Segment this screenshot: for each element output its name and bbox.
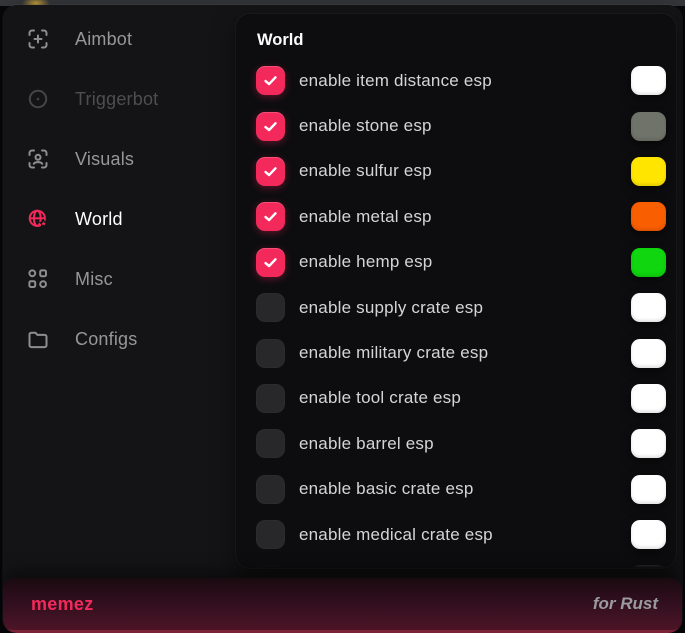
color-swatch[interactable]: [631, 475, 666, 504]
esp-setting-label: enable tool crate esp: [299, 388, 631, 408]
esp-setting-row: enable tool crate esp: [256, 376, 666, 421]
esp-checkbox[interactable]: [256, 429, 285, 458]
esp-setting-row: enable basic crate esp: [256, 467, 666, 512]
esp-setting-label: enable medical crate esp: [299, 525, 631, 545]
color-swatch[interactable]: [631, 339, 666, 368]
page-title: World: [257, 31, 666, 50]
sidebar-item-label: Visuals: [75, 149, 134, 170]
cheat-menu-window: Aimbot Triggerbot Visuals World Misc Con…: [3, 5, 682, 633]
sidebar-item[interactable]: Configs: [3, 309, 233, 369]
esp-checkbox[interactable]: [256, 112, 285, 141]
esp-setting-label: enable basic crate esp: [299, 479, 631, 499]
visuals-person-scan-icon: [26, 147, 50, 171]
esp-setting-label: enable item distance esp: [299, 71, 631, 91]
check-icon: [262, 163, 279, 180]
esp-checkbox[interactable]: [256, 157, 285, 186]
esp-checkbox[interactable]: [256, 565, 285, 568]
aimbot-crosshair-icon: [26, 27, 50, 51]
color-swatch[interactable]: [631, 565, 666, 568]
sidebar-item[interactable]: World: [3, 189, 233, 249]
sidebar-item-label: Misc: [75, 269, 113, 290]
triggerbot-target-icon: [26, 87, 50, 111]
check-icon: [262, 72, 279, 89]
esp-setting-row: enable item distance esp: [256, 58, 666, 103]
esp-setting-label: enable hemp esp: [299, 252, 631, 272]
sidebar-item-label: Triggerbot: [75, 89, 158, 110]
misc-grid-icon: [26, 267, 50, 291]
esp-setting-label: enable sulfur esp: [299, 161, 631, 181]
settings-list: enable item distance esp enable stone es…: [256, 58, 666, 568]
color-swatch[interactable]: [631, 429, 666, 458]
color-swatch[interactable]: [631, 112, 666, 141]
esp-checkbox[interactable]: [256, 293, 285, 322]
esp-checkbox[interactable]: [256, 66, 285, 95]
esp-setting-row: enable barrel esp: [256, 421, 666, 466]
esp-setting-label: enable metal esp: [299, 207, 631, 227]
sidebar-item-label: Aimbot: [75, 29, 132, 50]
color-swatch[interactable]: [631, 66, 666, 95]
footer-tagline: for Rust: [593, 594, 658, 614]
esp-checkbox[interactable]: [256, 384, 285, 413]
esp-setting-label: enable military crate esp: [299, 343, 631, 363]
check-icon: [262, 118, 279, 135]
color-swatch[interactable]: [631, 384, 666, 413]
color-swatch[interactable]: [631, 157, 666, 186]
sidebar-item[interactable]: Aimbot: [3, 9, 233, 69]
esp-setting-row: [256, 557, 666, 568]
check-icon: [262, 254, 279, 271]
brand-logo: memez: [31, 594, 94, 615]
esp-setting-label: enable supply crate esp: [299, 298, 631, 318]
color-swatch[interactable]: [631, 293, 666, 322]
sidebar-item[interactable]: Triggerbot: [3, 69, 233, 129]
esp-setting-row: enable military crate esp: [256, 330, 666, 375]
world-settings-panel: World enable item distance esp enable st…: [236, 14, 676, 568]
esp-checkbox[interactable]: [256, 202, 285, 231]
esp-checkbox[interactable]: [256, 339, 285, 368]
esp-checkbox[interactable]: [256, 475, 285, 504]
world-globe-icon: [26, 207, 50, 231]
esp-setting-row: enable supply crate esp: [256, 285, 666, 330]
color-swatch[interactable]: [631, 520, 666, 549]
esp-checkbox[interactable]: [256, 520, 285, 549]
esp-setting-label: enable barrel esp: [299, 434, 631, 454]
esp-setting-label: enable stone esp: [299, 116, 631, 136]
esp-setting-row: enable sulfur esp: [256, 149, 666, 194]
esp-checkbox[interactable]: [256, 248, 285, 277]
esp-setting-row: enable metal esp: [256, 194, 666, 239]
sidebar-item[interactable]: Misc: [3, 249, 233, 309]
configs-folder-icon: [26, 327, 50, 351]
check-icon: [262, 208, 279, 225]
sidebar: Aimbot Triggerbot Visuals World Misc Con…: [3, 5, 233, 369]
esp-setting-row: enable stone esp: [256, 103, 666, 148]
color-swatch[interactable]: [631, 202, 666, 231]
esp-setting-row: enable medical crate esp: [256, 512, 666, 557]
sidebar-item[interactable]: Visuals: [3, 129, 233, 189]
color-swatch[interactable]: [631, 248, 666, 277]
footer-bar: memez for Rust: [3, 578, 682, 633]
sidebar-item-label: World: [75, 209, 123, 230]
sidebar-item-label: Configs: [75, 329, 137, 350]
esp-setting-row: enable hemp esp: [256, 240, 666, 285]
